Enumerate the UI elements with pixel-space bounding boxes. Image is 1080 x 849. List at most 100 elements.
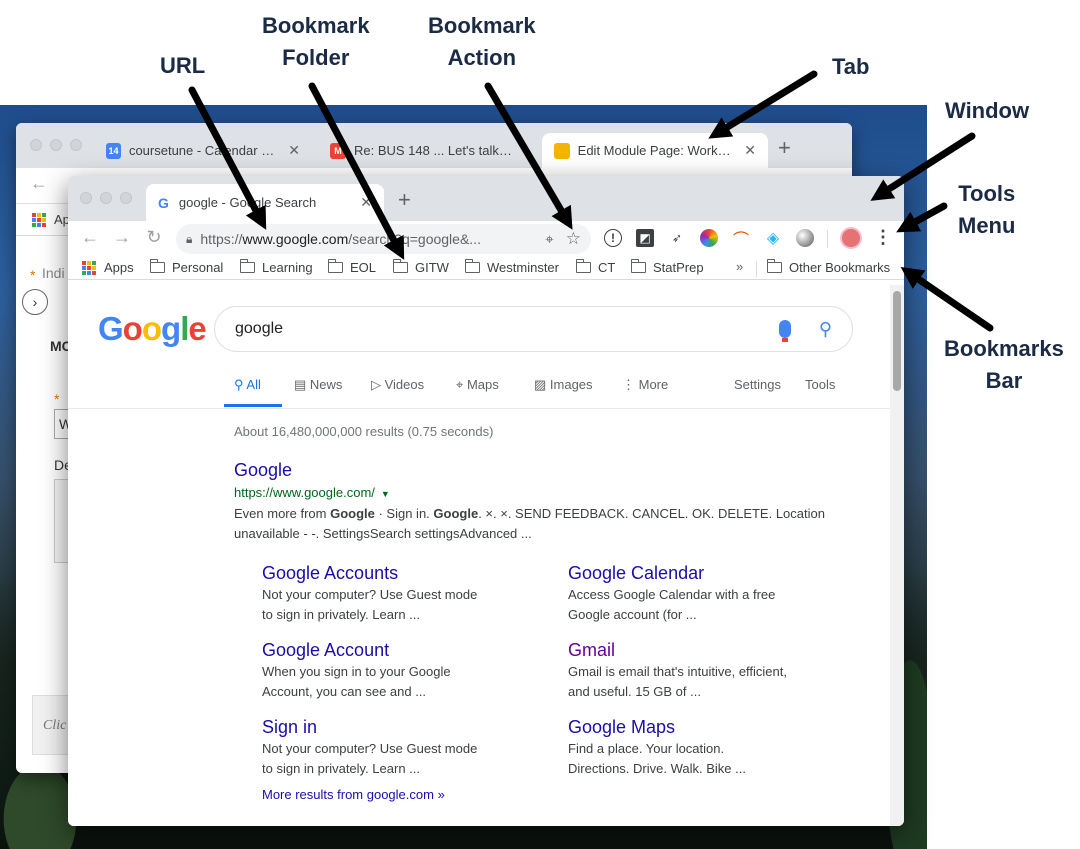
bookmark-folder-gitw[interactable]: GITW bbox=[392, 259, 449, 275]
minimize-dot-icon[interactable] bbox=[100, 192, 112, 204]
bookmark-label: Other Bookmarks bbox=[789, 260, 891, 275]
folder-icon bbox=[766, 259, 782, 273]
bookmark-folder-learning[interactable]: Learning bbox=[239, 259, 313, 275]
sitelink-snippet: When you sign in to your Google Account, … bbox=[262, 664, 451, 699]
bookmark-folder-statprep[interactable]: StatPrep bbox=[630, 259, 704, 275]
more-vert-icon[interactable]: ⋮ bbox=[874, 227, 892, 247]
back-tab-gmail[interactable]: M Re: BUS 148 ... Let's talk - m bbox=[318, 133, 546, 168]
lock-icon[interactable]: 🔒︎ bbox=[186, 232, 192, 247]
map-pin-icon: ⌖ bbox=[456, 377, 467, 392]
extension-info-icon[interactable]: ! bbox=[604, 229, 622, 247]
bookmark-folder-westminster[interactable]: Westminster bbox=[464, 259, 559, 275]
tab-title: coursetune - Calendar - We bbox=[128, 143, 279, 158]
back-arrow-icon[interactable]: ← bbox=[30, 173, 48, 194]
tab-images[interactable]: ▨ Images bbox=[534, 377, 593, 393]
bookmark-apps[interactable]: Apps bbox=[82, 260, 134, 275]
image-icon: ▨ bbox=[534, 377, 550, 392]
search-icon: ⚲ bbox=[234, 377, 247, 392]
folder-icon bbox=[575, 259, 591, 273]
bookmark-label: EOL bbox=[350, 260, 377, 275]
bookmark-folder-personal[interactable]: Personal bbox=[149, 259, 223, 275]
apps-grid-icon[interactable] bbox=[32, 213, 46, 227]
folder-icon bbox=[239, 259, 255, 273]
bookmark-folder-other[interactable]: Other Bookmarks bbox=[766, 259, 891, 275]
sitelink-google-maps[interactable]: Google Maps bbox=[568, 717, 675, 738]
profile-avatar[interactable] bbox=[840, 227, 862, 249]
toolbar-separator bbox=[827, 230, 828, 248]
search-input[interactable]: google bbox=[235, 320, 779, 338]
search-icon[interactable]: ⚲ bbox=[819, 319, 832, 340]
bookmark-folder-ct[interactable]: CT bbox=[575, 259, 615, 275]
forward-arrow-icon[interactable]: → bbox=[110, 227, 134, 248]
google-logo[interactable]: Google bbox=[98, 310, 207, 348]
minimize-dot-icon[interactable] bbox=[50, 139, 62, 151]
bookmark-label: Apps bbox=[104, 260, 134, 275]
tab-maps[interactable]: ⌖ Maps bbox=[456, 377, 499, 393]
microphone-icon[interactable] bbox=[778, 320, 791, 342]
sitelink-gmail[interactable]: Gmail bbox=[568, 640, 615, 661]
result-stats: About 16,480,000,000 results (0.75 secon… bbox=[234, 424, 494, 439]
annotation-bookmark-folder: Bookmark Folder bbox=[262, 13, 370, 70]
result-title-google[interactable]: Google bbox=[234, 460, 292, 481]
tab-title: Re: BUS 148 ... Let's talk - m bbox=[354, 143, 514, 158]
tab-tools[interactable]: Tools bbox=[805, 377, 835, 392]
address-bar[interactable]: 🔒︎ https://www.google.com/search?q=googl… bbox=[176, 224, 591, 254]
new-tab-button[interactable]: + bbox=[778, 135, 791, 161]
tab-settings[interactable]: Settings bbox=[734, 377, 781, 392]
location-target-icon[interactable]: ⌖ bbox=[545, 231, 553, 248]
back-tab-edit-module[interactable]: Edit Module Page: Workshop ✕ bbox=[542, 133, 768, 168]
bookmark-label: Westminster bbox=[487, 260, 559, 275]
close-dot-icon[interactable] bbox=[30, 139, 42, 151]
logo-letter: o bbox=[141, 310, 162, 347]
sitelink-google-account[interactable]: Google Account bbox=[262, 640, 389, 661]
snippet-line: unavailable - -. SettingsSearch settings… bbox=[234, 526, 532, 541]
url-text[interactable]: https://www.google.com/search?q=google&.… bbox=[200, 231, 537, 247]
rocket-icon[interactable]: ➶ bbox=[668, 229, 686, 247]
calendar-icon: 14 bbox=[106, 142, 121, 159]
arc-extension-icon[interactable]: ⌒ bbox=[732, 229, 750, 249]
zoom-dot-icon[interactable] bbox=[70, 139, 82, 151]
tab-all[interactable]: ⚲ All bbox=[234, 377, 261, 393]
window-controls[interactable] bbox=[80, 192, 132, 204]
bookmark-label: GITW bbox=[415, 260, 449, 275]
back-arrow-icon[interactable]: ← bbox=[78, 227, 102, 248]
tab-google-search[interactable]: G google - Google Search ✕ bbox=[146, 184, 384, 221]
folder-icon bbox=[327, 259, 343, 273]
close-icon[interactable]: ✕ bbox=[744, 142, 756, 159]
tab-strip: G google - Google Search ✕ + bbox=[68, 176, 904, 221]
sitelink-google-accounts[interactable]: Google Accounts bbox=[262, 563, 398, 584]
close-icon[interactable]: ✕ bbox=[288, 142, 300, 159]
sphere-extension-icon[interactable] bbox=[796, 229, 814, 247]
back-tab-calendar[interactable]: 14 coursetune - Calendar - We ✕ bbox=[94, 133, 312, 168]
zoom-dot-icon[interactable] bbox=[120, 192, 132, 204]
dropdown-caret-icon[interactable]: ▼ bbox=[381, 489, 390, 499]
search-box[interactable]: google ⚲ bbox=[214, 306, 853, 352]
back-window-controls[interactable] bbox=[30, 139, 82, 151]
page-scrollbar[interactable] bbox=[890, 285, 904, 826]
close-dot-icon[interactable] bbox=[80, 192, 92, 204]
close-icon[interactable]: ✕ bbox=[360, 194, 372, 211]
reload-icon[interactable]: ↻ bbox=[142, 227, 166, 248]
scrollbar-thumb[interactable] bbox=[893, 291, 901, 391]
annotation-bookmark-action: Bookmark Action bbox=[428, 13, 536, 70]
bookmark-folder-eol[interactable]: EOL bbox=[327, 259, 377, 275]
extension-image-icon[interactable]: ◩ bbox=[636, 229, 654, 247]
chevron-right-icon[interactable]: › bbox=[22, 289, 48, 315]
sitelink-snippet: Access Google Calendar with a free Google… bbox=[568, 587, 776, 622]
browser-toolbar: ← → ↻ 🔒︎ https://www.google.com/search?q… bbox=[68, 221, 904, 257]
tab-more[interactable]: ⋮ More bbox=[622, 377, 668, 393]
diamond-extension-icon[interactable]: ◈ bbox=[764, 229, 782, 247]
result-url[interactable]: https://www.google.com/▼ bbox=[234, 485, 390, 500]
bookmark-star-icon[interactable]: ☆ bbox=[566, 229, 581, 249]
sitelink-google-calendar[interactable]: Google Calendar bbox=[568, 563, 704, 584]
color-wheel-icon[interactable] bbox=[700, 229, 718, 247]
tab-videos[interactable]: ▷ Videos bbox=[371, 377, 424, 393]
active-tab-indicator bbox=[224, 404, 282, 407]
sitelink-sign-in[interactable]: Sign in bbox=[262, 717, 317, 738]
tab-news[interactable]: ▤ News bbox=[294, 377, 342, 393]
tab-title: google - Google Search bbox=[178, 195, 317, 210]
more-results-link[interactable]: More results from google.com » bbox=[262, 787, 445, 802]
bookmarks-overflow-chevron[interactable]: » bbox=[736, 259, 743, 274]
new-tab-button[interactable]: + bbox=[398, 187, 411, 213]
foreground-browser-window[interactable]: G google - Google Search ✕ + ← → ↻ 🔒︎ ht… bbox=[68, 176, 904, 826]
